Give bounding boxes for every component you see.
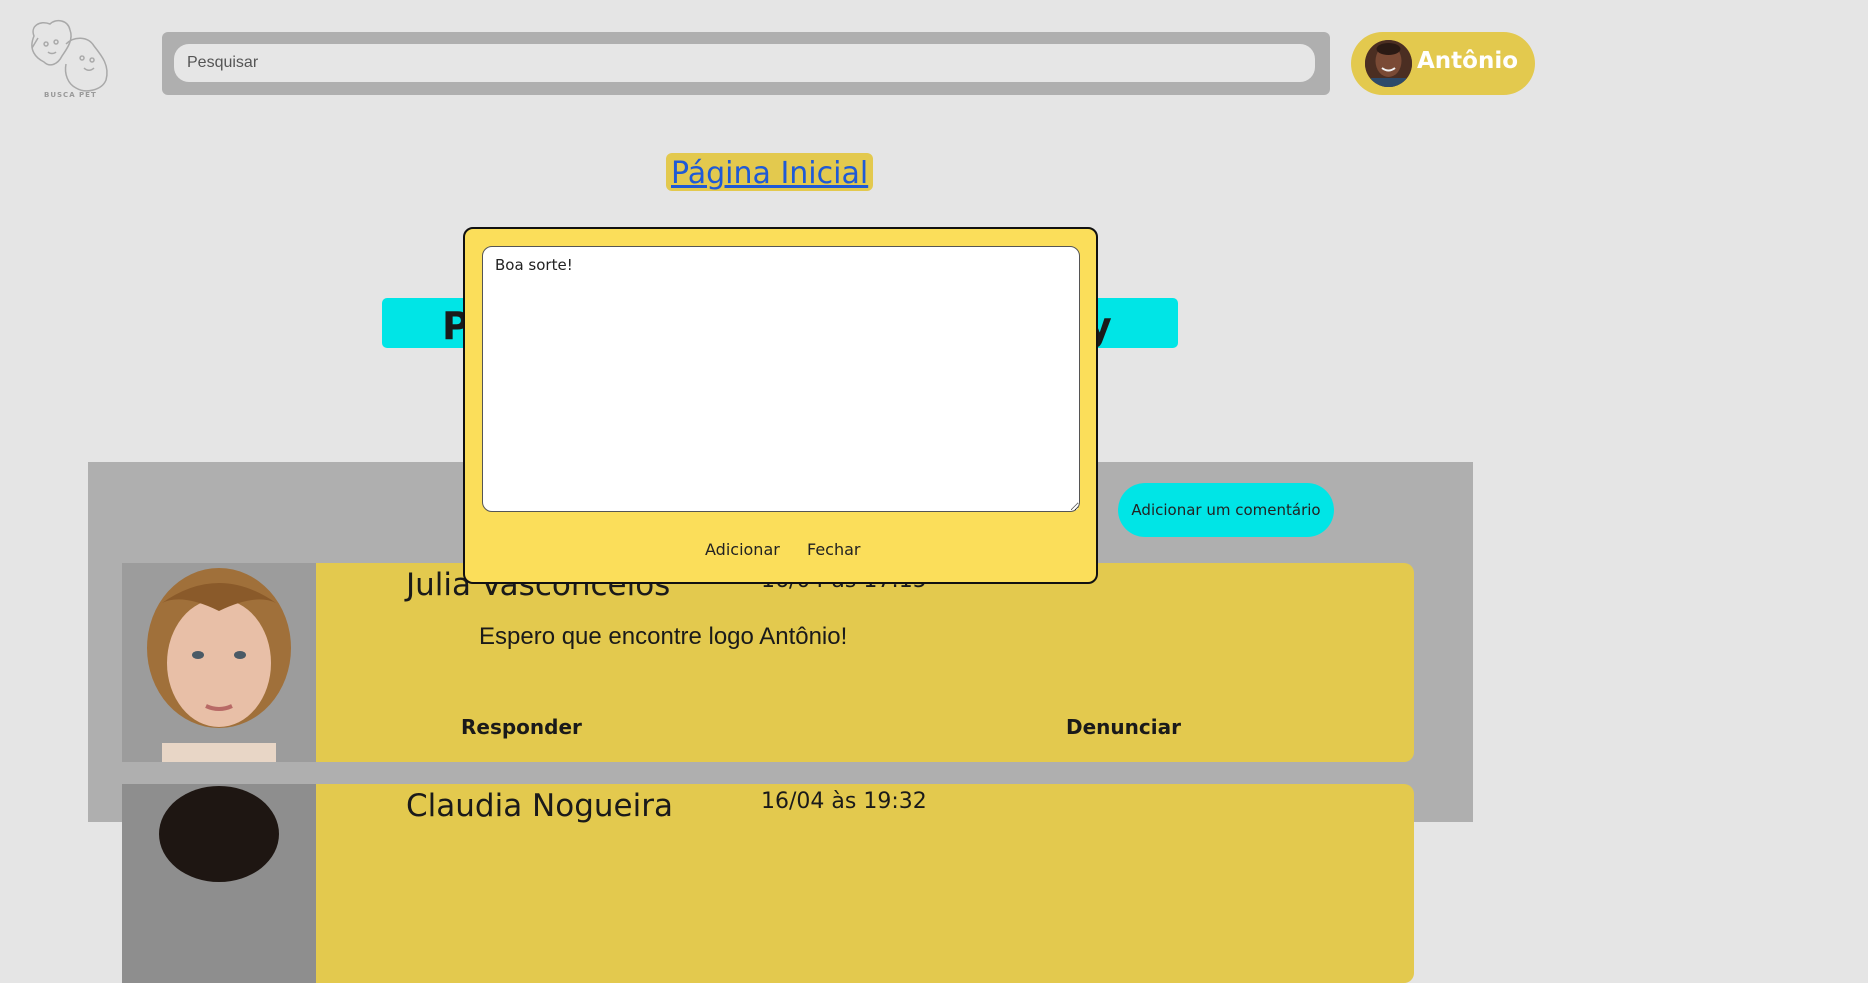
modal-add-button[interactable]: Adicionar bbox=[705, 540, 780, 559]
comment-modal: Boa sorte! Adicionar Fechar bbox=[463, 227, 1098, 584]
report-button[interactable]: Denunciar bbox=[1066, 715, 1181, 739]
comment-author: Claudia Nogueira bbox=[406, 788, 673, 824]
home-link[interactable]: Página Inicial bbox=[666, 153, 874, 191]
search-input[interactable] bbox=[174, 44, 1315, 82]
commenter-photo bbox=[122, 784, 316, 983]
comment-card: Julia Vasconcelos 16/04 às 17:15 Espero … bbox=[122, 563, 1414, 762]
logo-text: BUSCA PET bbox=[44, 91, 97, 99]
avatar bbox=[1365, 40, 1412, 87]
reply-button[interactable]: Responder bbox=[461, 715, 582, 739]
comment-card: Claudia Nogueira 16/04 às 19:32 bbox=[122, 784, 1414, 983]
comment-textarea[interactable]: Boa sorte! bbox=[482, 246, 1080, 512]
add-comment-button[interactable]: Adicionar um comentário bbox=[1118, 483, 1334, 537]
comment-body: Julia Vasconcelos 16/04 às 17:15 Espero … bbox=[316, 563, 1414, 762]
commenter-photo bbox=[122, 563, 316, 762]
avatar-image bbox=[1365, 40, 1412, 87]
modal-close-button[interactable]: Fechar bbox=[807, 540, 861, 559]
search-bar bbox=[162, 32, 1330, 95]
comment-text: Espero que encontre logo Antônio! bbox=[479, 623, 848, 650]
user-name: Antônio bbox=[1417, 48, 1519, 74]
comment-body: Claudia Nogueira 16/04 às 19:32 bbox=[316, 784, 1414, 983]
comment-date: 16/04 às 19:32 bbox=[761, 789, 927, 814]
user-profile-button[interactable]: Antônio bbox=[1351, 32, 1535, 95]
